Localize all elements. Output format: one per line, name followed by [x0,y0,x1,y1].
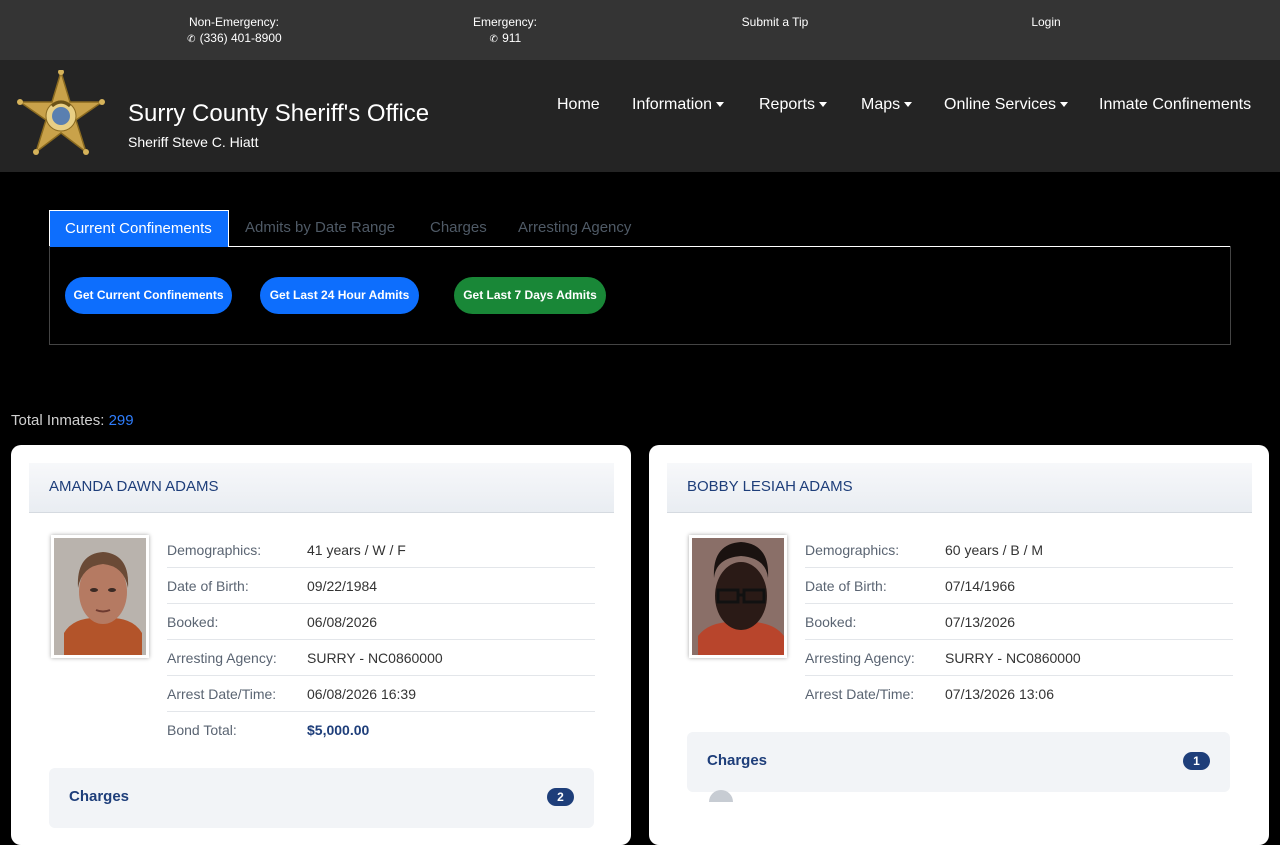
inmate-card: BOBBY LESIAH ADAMS Demographics: 60 years… [649,445,1269,845]
inmate-photo [51,535,149,658]
detail-label: Booked: [805,614,857,630]
submit-tip-link[interactable]: Submit a Tip [730,14,820,30]
detail-row: Arresting Agency: SURRY - NC0860000 [167,640,595,676]
tab-charges[interactable]: Charges [415,210,502,247]
non-emergency-label: Non-Emergency: [188,15,280,29]
detail-row: Bond Total: $5,000.00 [167,712,595,748]
detail-value: 60 years / B / M [945,542,1044,558]
tab-arresting-agency[interactable]: Arresting Agency [503,210,646,247]
detail-row: Date of Birth: 09/22/1984 [167,568,595,604]
detail-value: 07/13/2026 13:06 [945,686,1054,702]
inmate-card-header: BOBBY LESIAH ADAMS [667,463,1252,513]
detail-label: Demographics: [167,542,262,558]
nav-information[interactable]: Information [632,96,725,114]
login-link[interactable]: Login [1020,14,1072,30]
non-emergency-contact: Non-Emergency: ✆ (336) 401-8900 [170,14,298,48]
tab-admits-by-date-range[interactable]: Admits by Date Range [230,210,410,247]
get-current-confinements-button[interactable]: Get Current Confinements [65,277,232,314]
inmate-details: Demographics: 60 years / B / M Date of Bi… [805,532,1233,712]
detail-value: 06/08/2026 16:39 [307,686,416,702]
charges-count-badge: 1 [1183,752,1210,770]
detail-label: Date of Birth: [167,578,249,594]
total-inmates-count: 299 [108,412,134,429]
detail-row: Arresting Agency: SURRY - NC0860000 [805,640,1233,676]
detail-value: SURRY - NC0860000 [945,650,1081,666]
charges-accordion[interactable]: Charges 2 [49,768,594,828]
inmate-card-header: AMANDA DAWN ADAMS [29,463,614,513]
caret-down-icon [1060,102,1069,108]
phone-icon: ✆ [187,34,196,45]
detail-row: Booked: 06/08/2026 [167,604,595,640]
detail-label: Date of Birth: [805,578,887,594]
charges-accordion[interactable]: Charges 1 [687,732,1230,802]
utility-bar: Non-Emergency: ✆ (336) 401-8900 Emergenc… [0,0,1280,60]
detail-row: Arrest Date/Time: 07/13/2026 13:06 [805,676,1233,712]
detail-label: Arresting Agency: [167,650,277,666]
detail-row: Demographics: 60 years / B / M [805,532,1233,568]
get-last-24-hour-admits-button[interactable]: Get Last 24 Hour Admits [260,277,419,314]
inmate-details: Demographics: 41 years / W / F Date of Bi… [167,532,595,748]
nav-inmate-confinements[interactable]: Inmate Confinements [1099,96,1251,114]
confinement-tabs: Current Confinements Admits by Date Rang… [49,210,1231,247]
detail-row: Booked: 07/13/2026 [805,604,1233,640]
detail-label: Arrest Date/Time: [805,686,915,702]
bond-total-value: $5,000.00 [307,722,370,738]
detail-label: Arresting Agency: [805,650,915,666]
detail-value: 41 years / W / F [307,542,406,558]
caret-down-icon [819,102,828,108]
inmate-photo [689,535,787,658]
emergency-phone: 911 [502,31,522,45]
emergency-phone-link[interactable]: ✆ 911 [464,30,546,48]
detail-row: Demographics: 41 years / W / F [167,532,595,568]
charges-count-badge: 2 [547,788,574,806]
tab-current-confinements[interactable]: Current Confinements [49,210,229,247]
site-subtitle: Sheriff Steve C. Hiatt [128,134,259,150]
caret-down-icon [904,102,913,108]
nav-maps[interactable]: Maps [861,96,913,114]
detail-value: SURRY - NC0860000 [307,650,443,666]
emergency-contact: Emergency: ✆ 911 [464,14,546,48]
emergency-label: Emergency: [472,15,538,29]
detail-value: 06/08/2026 [307,614,378,630]
detail-value: 09/22/1984 [307,578,378,594]
nav-home[interactable]: Home [557,96,600,114]
non-emergency-phone-link[interactable]: ✆ (336) 401-8900 [170,30,298,48]
get-last-7-days-admits-button[interactable]: Get Last 7 Days Admits [454,277,606,314]
caret-down-icon [716,102,725,108]
inmate-card: AMANDA DAWN ADAMS Demographics: 41 years … [11,445,631,845]
detail-label: Arrest Date/Time: [167,686,277,702]
non-emergency-phone: (336) 401-8900 [199,31,282,45]
detail-row: Date of Birth: 07/14/1966 [805,568,1233,604]
detail-row: Arrest Date/Time: 06/08/2026 16:39 [167,676,595,712]
site-title[interactable]: Surry County Sheriff's Office [128,100,429,128]
charge-item-indicator [709,790,733,802]
detail-label: Bond Total: [167,722,237,738]
charges-label: Charges [707,752,768,769]
detail-value: 07/14/1966 [945,578,1016,594]
site-header: Surry County Sheriff's Office Sheriff St… [0,60,1280,172]
sheriff-star-badge-logo[interactable] [16,70,106,156]
total-inmates: Total Inmates: 299 [11,412,134,429]
inmate-name[interactable]: AMANDA DAWN ADAMS [49,478,218,495]
inmate-name[interactable]: BOBBY LESIAH ADAMS [687,478,853,495]
detail-label: Demographics: [805,542,900,558]
nav-reports[interactable]: Reports [759,96,828,114]
total-inmates-label: Total Inmates: [11,412,105,429]
detail-value: 07/13/2026 [945,614,1016,630]
detail-label: Booked: [167,614,219,630]
phone-icon: ✆ [489,34,498,45]
tab-panel: Get Current Confinements Get Last 24 Hou… [49,246,1231,345]
charges-label: Charges [69,788,130,805]
nav-online-services[interactable]: Online Services [944,96,1069,114]
